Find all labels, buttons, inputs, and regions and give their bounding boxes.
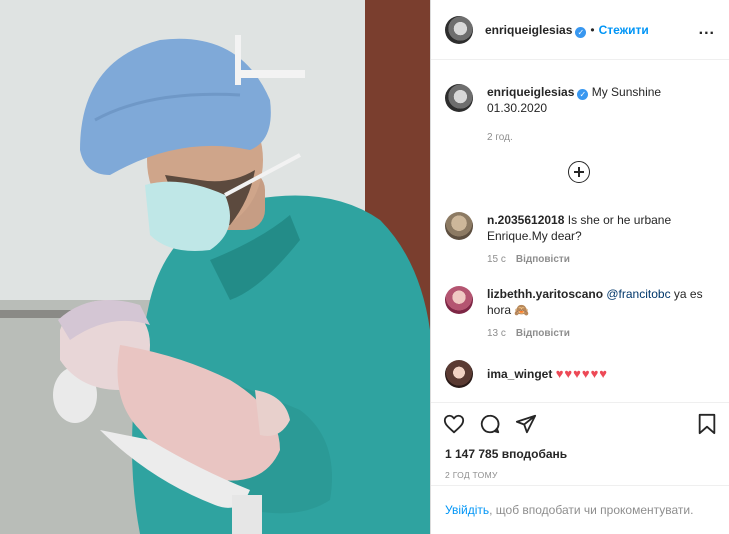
reply-button[interactable]: Відповісти: [516, 328, 570, 339]
comment-item: n.2035612018 Is she or he urbane Enrique…: [431, 212, 729, 268]
comment-text: ♥♥♥♥♥♥: [555, 366, 609, 381]
comment-mention[interactable]: @francitobc: [606, 287, 670, 301]
share-icon[interactable]: [515, 413, 537, 435]
caption: enriqueiglesias ✓ My Sunshine 01.30.2020 …: [431, 84, 729, 146]
caption-username[interactable]: enriqueiglesias: [487, 85, 574, 99]
action-icons: [431, 403, 729, 437]
posted-time: 2 ГОД ТОМУ: [445, 470, 498, 480]
follow-button[interactable]: Стежити: [599, 23, 649, 37]
login-prompt: Увійдіть, щоб вподобати чи прокоментуват…: [431, 485, 729, 534]
likes-count[interactable]: 1 147 785 вподобань: [431, 447, 729, 461]
comment-item: lizbethh.yaritoscano @francitobc ya es h…: [431, 286, 729, 342]
load-more-comments-icon[interactable]: [568, 161, 590, 183]
comment-time: 15 с: [487, 254, 506, 265]
caption-body: enriqueiglesias ✓ My Sunshine 01.30.2020 …: [487, 84, 716, 146]
comment-time: 13 с: [487, 328, 506, 339]
commenter-avatar[interactable]: [445, 286, 473, 314]
author-username[interactable]: enriqueiglesias: [485, 23, 572, 37]
post-photo[interactable]: [0, 0, 430, 534]
post-actions: 1 147 785 вподобань 2 ГОД ТОМУ Увійдіть,…: [431, 402, 729, 534]
reply-button[interactable]: Відповісти: [516, 254, 570, 265]
verified-badge-icon: ✓: [575, 26, 587, 38]
comment-item: ima_winget ♥♥♥♥♥♥: [431, 360, 729, 388]
comment-meta: 13 с Відповісти: [487, 326, 716, 342]
caption-time: 2 год.: [487, 132, 513, 143]
comment-body: n.2035612018 Is she or he urbane Enrique…: [487, 212, 716, 268]
comment-username[interactable]: n.2035612018: [487, 213, 564, 227]
save-bookmark-icon[interactable]: [696, 413, 718, 435]
comment-body: lizbethh.yaritoscano @francitobc ya es h…: [487, 286, 716, 342]
comment-body: ima_winget ♥♥♥♥♥♥: [487, 360, 716, 388]
comment-username[interactable]: ima_winget: [487, 367, 552, 381]
photo-illustration: [0, 0, 430, 534]
separator-dot: •: [590, 22, 595, 37]
comment-meta: 15 с Відповісти: [487, 252, 716, 268]
verified-badge-icon: ✓: [577, 89, 589, 100]
commenter-avatar[interactable]: [445, 212, 473, 240]
author-avatar[interactable]: [445, 15, 473, 44]
author-name-group: enriqueiglesias ✓ • Стежити: [485, 21, 649, 39]
login-link[interactable]: Увійдіть: [445, 503, 489, 517]
commenter-avatar[interactable]: [445, 360, 473, 388]
instagram-post-view: enriqueiglesias ✓ • Стежити ... enriqueigle…: [0, 0, 729, 534]
comments-list: enriqueiglesias ✓ My Sunshine 01.30.2020 …: [431, 60, 729, 402]
like-heart-icon[interactable]: [443, 413, 465, 435]
post-header: enriqueiglesias ✓ • Стежити ...: [431, 0, 729, 60]
comment-username[interactable]: lizbethh.yaritoscano: [487, 287, 603, 301]
caption-avatar[interactable]: [445, 84, 473, 112]
more-options-icon[interactable]: ...: [699, 21, 715, 39]
login-prompt-text: , щоб вподобати чи прокоментувати.: [489, 503, 694, 517]
comment-icon[interactable]: [479, 413, 501, 435]
post-sidebar: enriqueiglesias ✓ • Стежити ... enriqueigle…: [430, 0, 729, 534]
